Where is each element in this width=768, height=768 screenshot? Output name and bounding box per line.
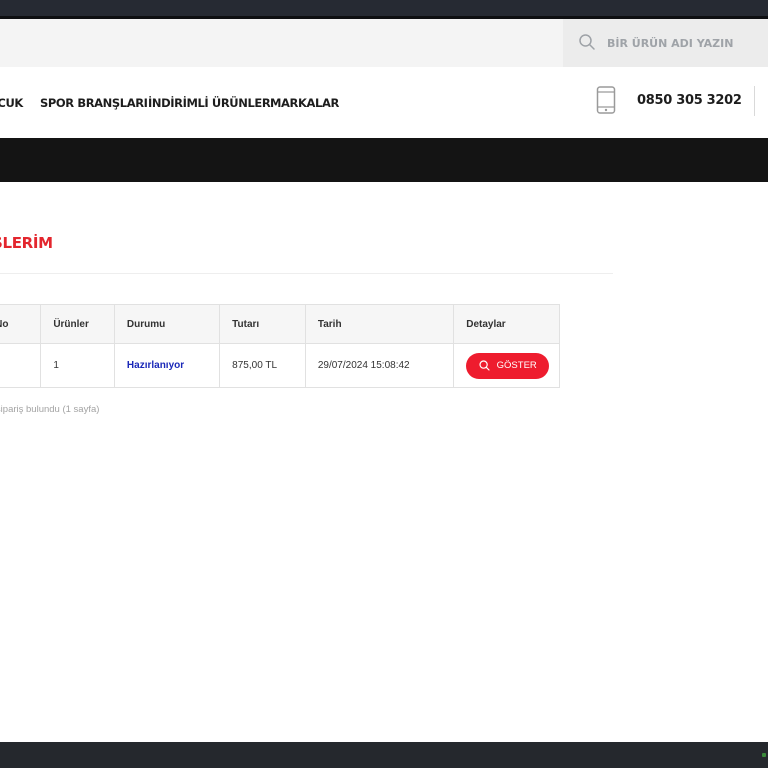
page-title: SİPARİŞLERİM (0, 234, 53, 252)
dark-banner-bar (0, 138, 768, 182)
nav-item-cocuk[interactable]: ÇOCUK (0, 95, 23, 111)
column-header-details: Detaylar (453, 304, 560, 344)
footer-indicator (762, 753, 766, 757)
nav-divider (754, 86, 755, 116)
orders-result-summary: 1 sipariş bulundu (1 sayfa) (0, 404, 100, 415)
order-status-cell: Hazırlanıyor (113, 343, 221, 388)
page-title-clip: SİPARİŞLERİM (0, 234, 60, 256)
search-icon[interactable] (578, 33, 596, 51)
phone-number[interactable]: 0850 305 3202 (637, 93, 742, 108)
order-amount: 875,00 TL (219, 343, 306, 388)
table-row: 2747 1 Hazırlanıyor 875,00 TL 29/07/2024… (0, 343, 560, 388)
show-order-label: GÖSTER (496, 360, 537, 371)
show-order-button[interactable]: GÖSTER (466, 352, 550, 379)
nav-item-indirimli-urunler[interactable]: İNDİRİMLİ ÜRÜNLER (148, 95, 271, 111)
magnifier-icon (479, 360, 490, 371)
order-product-count: 1 (40, 343, 115, 388)
order-details-cell: GÖSTER (453, 343, 560, 388)
footer-bar (0, 742, 768, 768)
orders-table-header: Sipariş No Ürünler Durumu Tutarı Tarih D… (0, 304, 560, 344)
orders-table-clip: Sipariş No Ürünler Durumu Tutarı Tarih D… (0, 304, 614, 390)
column-header-date: Tarih (304, 304, 455, 344)
column-header-amount: Tutarı (219, 304, 306, 344)
order-number: 2747 (0, 343, 42, 388)
column-header-status: Durumu (113, 304, 221, 344)
result-info-clip: 1 sipariş bulundu (1 sayfa) (0, 404, 200, 418)
column-header-products: Ürünler (40, 304, 115, 344)
search-input[interactable] (605, 30, 759, 56)
order-status-link[interactable]: Hazırlanıyor (127, 360, 184, 371)
top-bar (0, 0, 768, 16)
nav-item-spor-branslari[interactable]: SPOR BRANŞLARI (40, 95, 148, 111)
order-date: 29/07/2024 15:08:42 (304, 343, 455, 388)
phone-icon (596, 86, 616, 114)
title-divider (0, 273, 613, 274)
nav-item-markalar[interactable]: MARKALAR (270, 95, 339, 111)
column-header-no: Sipariş No (0, 304, 42, 344)
orders-table: Sipariş No Ürünler Durumu Tutarı Tarih D… (0, 304, 560, 388)
